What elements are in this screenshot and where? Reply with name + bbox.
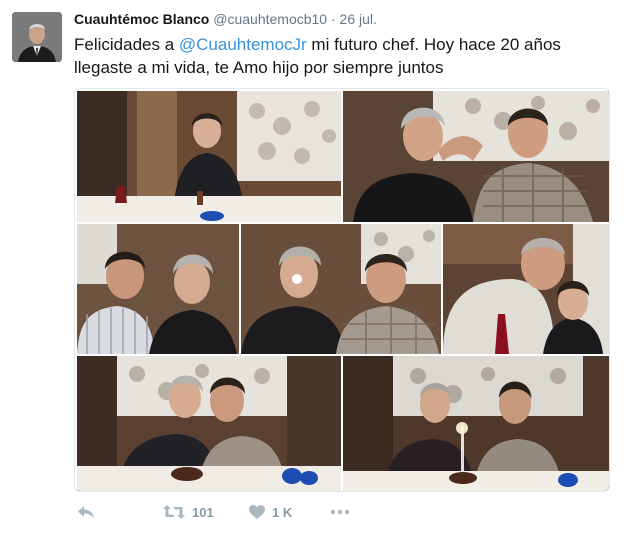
photo-5[interactable] (443, 224, 609, 354)
photo-7[interactable] (343, 356, 609, 491)
tweet-date[interactable]: 26 jul. (340, 11, 377, 27)
more-button[interactable] (330, 500, 350, 524)
username-handle[interactable]: @cuauhtemocb10 (213, 11, 327, 27)
heart-icon (248, 504, 266, 520)
tweet-actions: 101 1 K (74, 500, 474, 524)
reply-button[interactable] (76, 500, 96, 524)
like-button[interactable]: 1 K (248, 500, 292, 524)
reply-icon (76, 503, 96, 521)
retweet-count: 101 (192, 504, 214, 520)
photo-6[interactable] (77, 356, 341, 491)
mention-link[interactable]: @CuauhtemocJr (179, 35, 307, 54)
photo-grid (74, 88, 610, 492)
like-count: 1 K (272, 504, 293, 520)
display-name[interactable]: Cuauhtémoc Blanco (74, 11, 209, 27)
tweet-text: Felicidades a @CuauhtemocJr mi futuro ch… (74, 33, 594, 79)
photo-4[interactable] (241, 224, 441, 354)
photo-3[interactable] (77, 224, 239, 354)
more-dots-icon (330, 509, 350, 515)
tweet-text-start: Felicidades a (74, 35, 179, 54)
photo-1[interactable] (77, 91, 341, 222)
avatar[interactable] (12, 12, 62, 62)
retweet-icon (162, 503, 186, 521)
retweet-button[interactable]: 101 (162, 500, 214, 524)
separator-dot: · (330, 11, 336, 27)
tweet-header: Cuauhtémoc Blanco @cuauhtemocb10 · 26 ju… (74, 11, 377, 27)
tweet-card[interactable]: Cuauhtémoc Blanco @cuauhtemocb10 · 26 ju… (0, 0, 628, 536)
photo-2[interactable] (343, 91, 609, 222)
